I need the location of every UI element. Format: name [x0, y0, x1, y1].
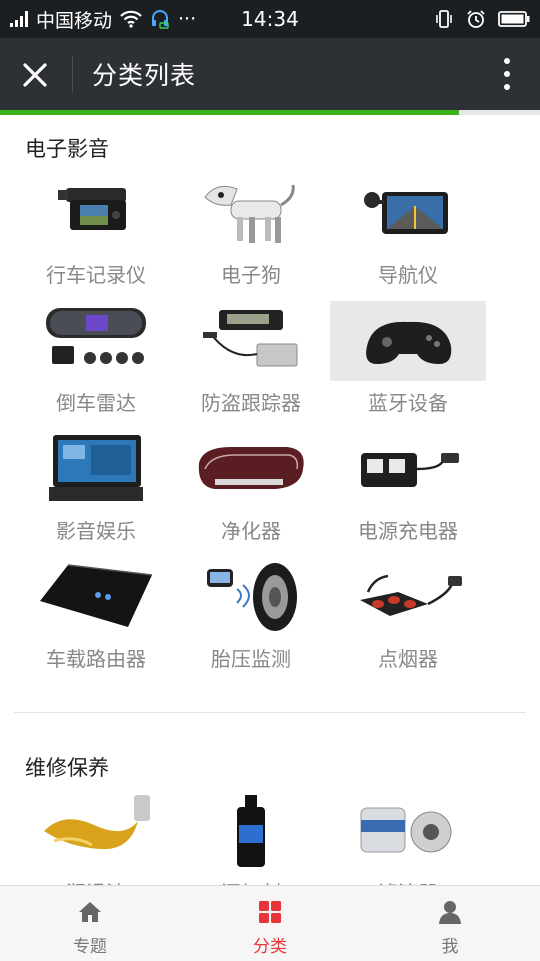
dashcam-icon — [58, 188, 126, 230]
category-item[interactable]: 行车记录仪 — [18, 173, 174, 288]
tab-me[interactable]: 我 — [360, 886, 540, 961]
gps-tracker-icon — [203, 310, 298, 367]
vibrate-icon — [436, 10, 452, 28]
car-router-icon — [40, 564, 153, 627]
more-notifications-icon: ··· — [178, 8, 197, 30]
category-label: 车载路由器 — [46, 647, 146, 671]
category-label: 电子狗 — [221, 263, 281, 287]
gps-navigator-icon — [364, 192, 448, 234]
home-icon — [79, 902, 101, 922]
cigarette-lighter-icon — [360, 574, 462, 616]
category-item[interactable]: 电源充电器 — [330, 429, 486, 544]
car-stereo-icon — [49, 435, 143, 501]
tab-label: 分类 — [253, 937, 287, 957]
category-item[interactable]: 电子狗 — [173, 173, 329, 288]
category-item[interactable]: 净化器 — [173, 429, 329, 544]
category-label: 倒车雷达 — [56, 391, 136, 415]
additive-bottle-icon — [237, 795, 265, 867]
power-inverter-icon — [361, 453, 459, 487]
section-divider — [14, 712, 526, 713]
category-label: 导航仪 — [378, 263, 438, 287]
alarm-icon — [467, 10, 485, 28]
category-label: 蓝牙设备 — [368, 391, 448, 415]
category-item[interactable]: 防盗跟踪器 — [173, 301, 329, 416]
category-label: 行车记录仪 — [46, 263, 146, 287]
bottom-tab-bar: 专题 分类 我 — [0, 885, 540, 961]
bluetooth-device-icon — [366, 321, 452, 364]
category-item[interactable]: 润滑油 — [18, 791, 174, 885]
category-label: 电源充电器 — [358, 519, 458, 543]
tire-pressure-icon — [207, 563, 297, 631]
category-item[interactable]: 胎压监测 — [173, 557, 329, 672]
category-item[interactable]: 倒车雷达 — [18, 301, 174, 416]
tab-categories[interactable]: 分类 — [180, 886, 360, 961]
category-label: 影音娱乐 — [56, 519, 136, 543]
carrier-name: 中国移动 — [36, 9, 113, 32]
category-item[interactable]: 添加剂 — [173, 791, 329, 885]
close-icon[interactable] — [14, 54, 56, 96]
category-item[interactable]: 导航仪 — [330, 173, 486, 288]
battery-icon — [498, 11, 530, 27]
category-label: 润滑油 — [18, 877, 174, 885]
category-label: 点烟器 — [378, 647, 438, 671]
page-title: 分类列表 — [92, 61, 197, 90]
oil-filter-icon — [360, 807, 452, 853]
headset-icon — [152, 10, 169, 29]
category-item[interactable]: 滤清器 — [330, 791, 486, 885]
parking-sensor-icon — [46, 308, 146, 364]
lubricant-oil-icon — [44, 795, 150, 850]
air-purifier-icon — [198, 447, 304, 489]
tab-label: 我 — [441, 937, 459, 957]
section-title-maintenance: 维修保养 — [25, 756, 109, 780]
category-item[interactable]: 影音娱乐 — [18, 429, 174, 544]
category-label: 添加剂 — [173, 877, 329, 885]
category-item[interactable]: 点烟器 — [330, 557, 486, 672]
robot-dog-icon — [204, 184, 295, 243]
section-title-electronics: 电子影音 — [25, 137, 109, 161]
user-icon — [439, 901, 461, 924]
status-bar: 中国移动 ··· 14:34 — [0, 0, 540, 38]
tab-label: 专题 — [73, 937, 107, 957]
category-list: 电子影音 行车记录仪 电子狗 导航仪 倒车雷达 防盗跟踪器 蓝牙设备 影音娱乐 … — [0, 115, 540, 885]
signal-icon — [10, 11, 28, 27]
nav-divider — [72, 56, 73, 92]
category-label: 滤清器 — [330, 877, 486, 885]
category-item[interactable]: 蓝牙设备 — [330, 301, 486, 416]
category-label: 胎压监测 — [211, 647, 291, 671]
nav-bar: 分类列表 — [0, 38, 540, 110]
wifi-icon — [120, 10, 142, 28]
category-label: 净化器 — [221, 519, 281, 543]
category-item[interactable]: 车载路由器 — [18, 557, 174, 672]
more-menu-icon[interactable] — [502, 56, 512, 92]
category-grid-icon — [259, 901, 281, 923]
tab-topics[interactable]: 专题 — [0, 886, 180, 961]
category-label: 防盗跟踪器 — [201, 391, 301, 415]
